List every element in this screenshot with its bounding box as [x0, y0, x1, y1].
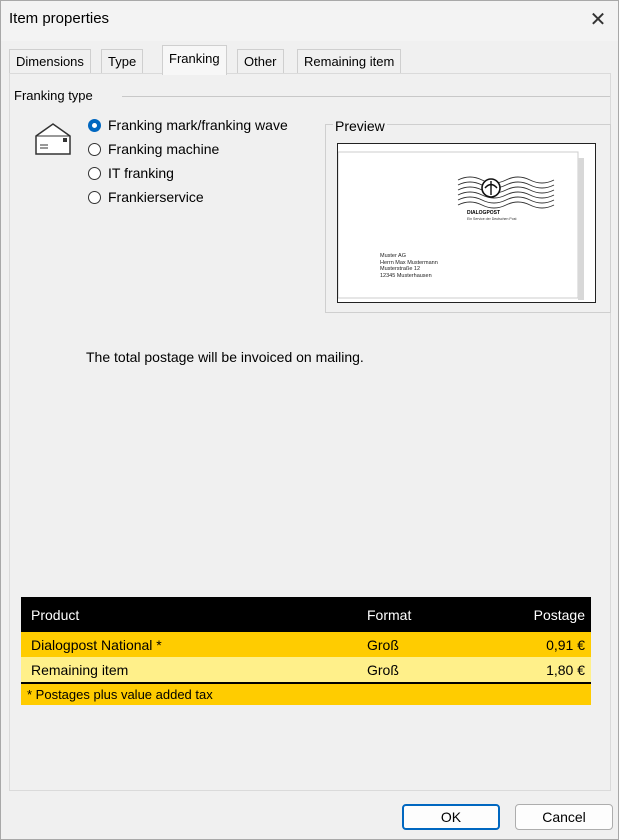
cell-format: Groß: [357, 632, 523, 657]
radio-selected-icon[interactable]: [88, 119, 101, 132]
tab-type[interactable]: Type: [101, 49, 144, 74]
table-row: Remaining item Groß 1,80 €: [21, 657, 591, 683]
cancel-button[interactable]: Cancel: [515, 804, 613, 830]
radio-label: Franking machine: [108, 141, 220, 157]
cell-product: Remaining item: [21, 657, 357, 683]
envelope-preview: [338, 144, 595, 302]
cell-postage: 1,80 €: [523, 657, 591, 683]
tab-remaining-item[interactable]: Remaining item: [297, 49, 402, 74]
cell-format: Groß: [357, 657, 523, 683]
ok-button[interactable]: OK: [402, 804, 500, 830]
vat-note: * Postages plus value added tax: [21, 682, 591, 705]
preview-label: Preview: [333, 118, 387, 134]
dialog-title: Item properties: [9, 10, 110, 27]
cell-product: Dialogpost National *: [21, 632, 357, 657]
tab-dimensions[interactable]: Dimensions: [9, 49, 91, 74]
table-header-row: Product Format Postage: [21, 597, 591, 632]
table-row: Dialogpost National * Groß 0,91 €: [21, 632, 591, 657]
radio-label: IT franking: [108, 165, 174, 181]
radio-label: Franking mark/franking wave: [108, 117, 288, 133]
tab-other[interactable]: Other: [237, 49, 284, 74]
preview-brand: DIALOGPOST: [467, 210, 501, 216]
header-postage: Postage: [523, 597, 591, 632]
header-format: Format: [357, 597, 523, 632]
preview-brand-sub: Ein Service der Deutschen Post: [467, 217, 517, 221]
table-note-row: * Postages plus value added tax: [21, 682, 591, 705]
title-bar: Item properties ✕: [1, 1, 618, 41]
postage-info-text: The total postage will be invoiced on ma…: [86, 349, 364, 365]
franking-type-label: Franking type: [14, 88, 97, 103]
preview-image: DIALOGPOST Ein Service der Deutschen Pos…: [337, 143, 596, 303]
product-table: Product Format Postage Dialogpost Nation…: [21, 597, 591, 705]
radio-unselected-icon[interactable]: [88, 167, 101, 180]
preview-address-line: 12345 Musterhausen: [380, 272, 432, 279]
group-divider: [122, 96, 610, 97]
radio-unselected-icon[interactable]: [88, 191, 101, 204]
cell-postage: 0,91 €: [523, 632, 591, 657]
close-icon[interactable]: ✕: [584, 7, 612, 33]
envelope-icon: [35, 123, 71, 155]
header-product: Product: [21, 597, 357, 632]
radio-label: Frankierservice: [108, 189, 204, 205]
radio-unselected-icon[interactable]: [88, 143, 101, 156]
tab-franking[interactable]: Franking: [162, 45, 227, 75]
